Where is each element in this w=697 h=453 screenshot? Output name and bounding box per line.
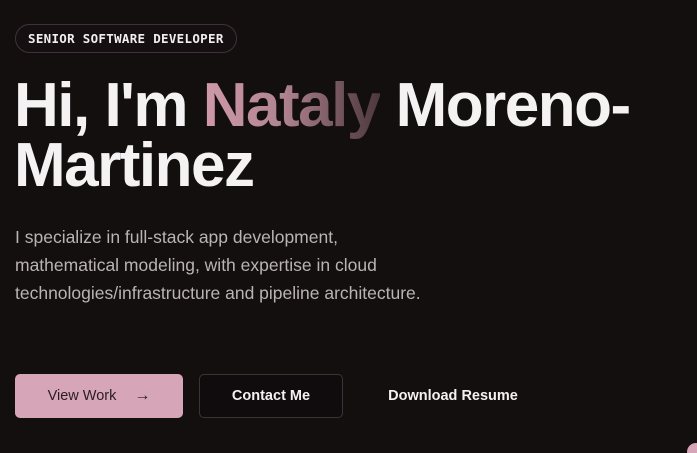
scroll-indicator-dot[interactable] (687, 443, 697, 453)
arrow-right-icon: → (134, 387, 151, 404)
download-resume-label: Download Resume (388, 388, 518, 404)
view-work-label: View Work (47, 388, 117, 404)
hero-section: SENIOR SOFTWARE DEVELOPER Hi, I'm Nataly… (0, 0, 697, 453)
headline-name-accent: Nataly (202, 71, 382, 140)
hero-headline: Hi, I'm Nataly Moreno-Martinez (14, 75, 694, 197)
role-badge: SENIOR SOFTWARE DEVELOPER (15, 24, 237, 53)
view-work-button[interactable]: View Work → (15, 374, 183, 418)
download-resume-button[interactable]: Download Resume (374, 374, 532, 418)
contact-me-label: Contact Me (231, 388, 311, 404)
headline-prefix: Hi, I'm (14, 71, 203, 140)
contact-me-button[interactable]: Contact Me (199, 374, 343, 418)
hero-bio: I specialize in full-stack app developme… (15, 227, 421, 303)
